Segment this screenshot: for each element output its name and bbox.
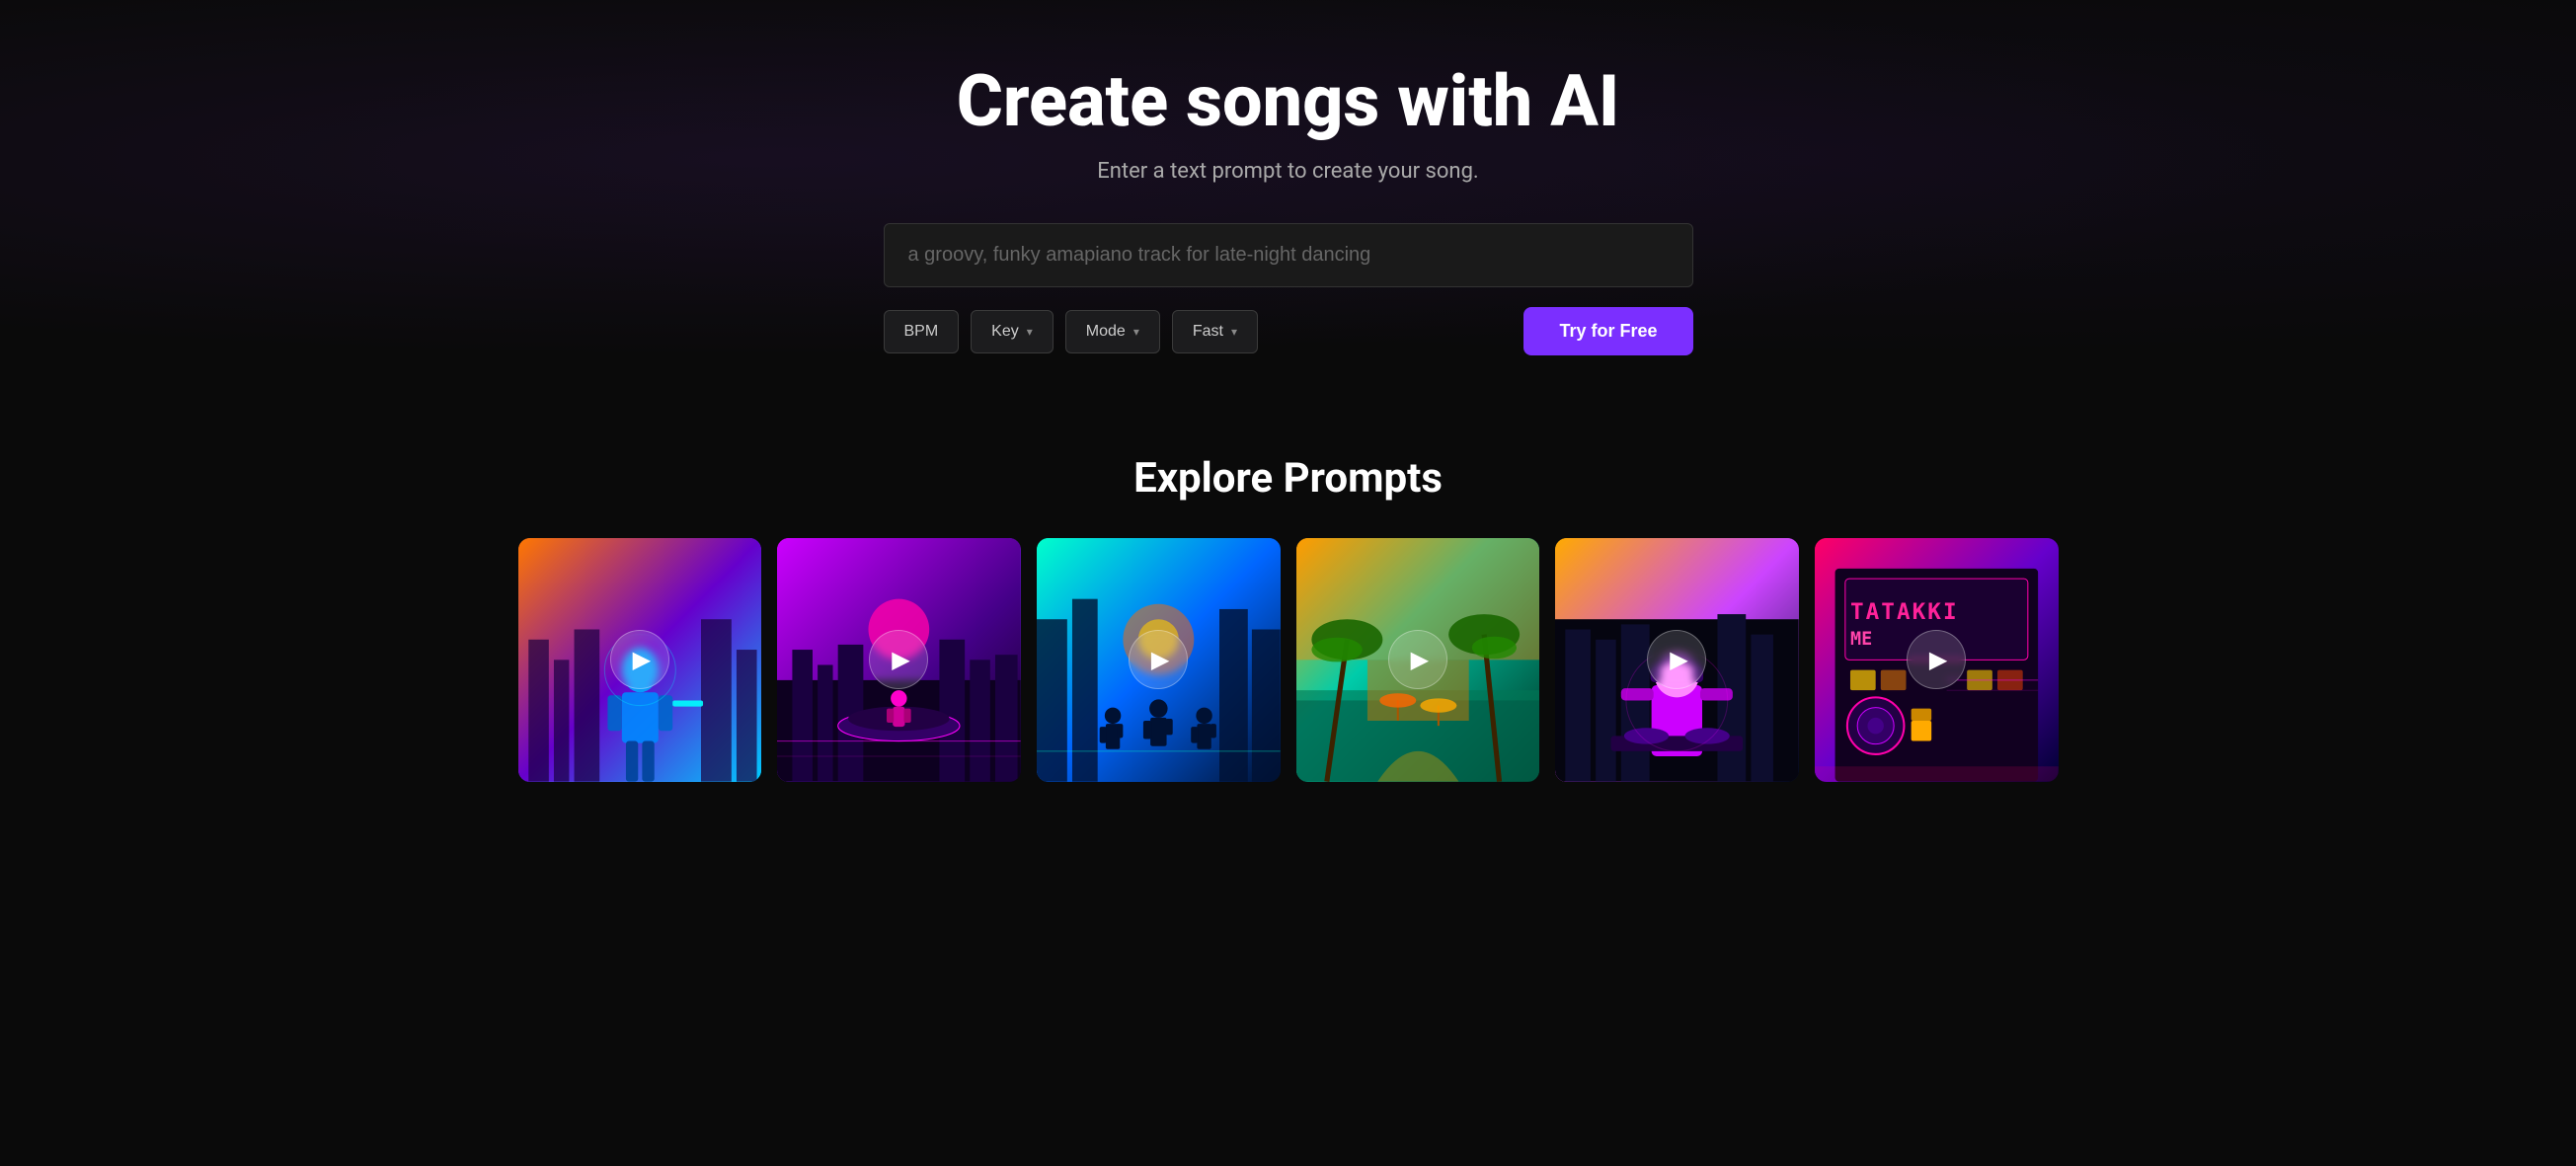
key-chevron-icon: ▾	[1027, 325, 1033, 339]
prompt-input[interactable]	[884, 223, 1693, 287]
mode-label: Mode	[1086, 323, 1126, 341]
try-free-button[interactable]: Try for Free	[1523, 307, 1692, 355]
key-label: Key	[991, 323, 1019, 341]
key-button[interactable]: Key ▾	[971, 310, 1054, 353]
prompt-card-6[interactable]: TATAKKI ME ▶	[1815, 538, 2059, 782]
speed-label: Fast	[1193, 323, 1223, 341]
prompt-card-2[interactable]: ▶	[777, 538, 1021, 782]
play-icon-1: ▶	[633, 646, 651, 673]
play-icon-5: ▶	[1670, 646, 1687, 673]
svg-text:ME: ME	[1850, 629, 1872, 650]
prompts-grid: ▶	[518, 538, 2059, 782]
mode-chevron-icon: ▾	[1133, 325, 1139, 339]
play-overlay-4: ▶	[1388, 630, 1447, 689]
play-overlay-5: ▶	[1647, 630, 1706, 689]
mode-button[interactable]: Mode ▾	[1065, 310, 1160, 353]
play-icon-6: ▶	[1929, 646, 1947, 673]
play-overlay-3: ▶	[1129, 630, 1188, 689]
prompt-card-3[interactable]: ▶	[1037, 538, 1281, 782]
play-icon-2: ▶	[892, 646, 909, 673]
bpm-button[interactable]: BPM	[884, 310, 960, 353]
hero-subtitle: Enter a text prompt to create your song.	[1097, 159, 1478, 184]
play-overlay-6: ▶	[1907, 630, 1966, 689]
prompt-card-5[interactable]: ▶	[1555, 538, 1799, 782]
hero-section: Create songs with AI Enter a text prompt…	[0, 0, 2576, 395]
prompt-card-1[interactable]: ▶	[518, 538, 762, 782]
speed-button[interactable]: Fast ▾	[1172, 310, 1258, 353]
explore-section: Explore Prompts	[0, 395, 2576, 821]
bpm-label: BPM	[904, 323, 939, 341]
speed-chevron-icon: ▾	[1231, 325, 1237, 339]
play-icon-4: ▶	[1411, 646, 1429, 673]
controls-row: BPM Key ▾ Mode ▾ Fast ▾ Try for Free	[884, 307, 1693, 355]
prompt-container: BPM Key ▾ Mode ▾ Fast ▾ Try for Free	[884, 223, 1693, 355]
try-free-label: Try for Free	[1559, 321, 1657, 341]
prompt-card-4[interactable]: ▶	[1296, 538, 1540, 782]
play-overlay-1: ▶	[610, 630, 669, 689]
hero-title: Create songs with AI	[957, 59, 1620, 143]
play-icon-3: ▶	[1151, 646, 1169, 673]
play-overlay-2: ▶	[869, 630, 928, 689]
explore-title: Explore Prompts	[39, 454, 2537, 503]
svg-text:TATAKKI: TATAKKI	[1850, 599, 1959, 625]
